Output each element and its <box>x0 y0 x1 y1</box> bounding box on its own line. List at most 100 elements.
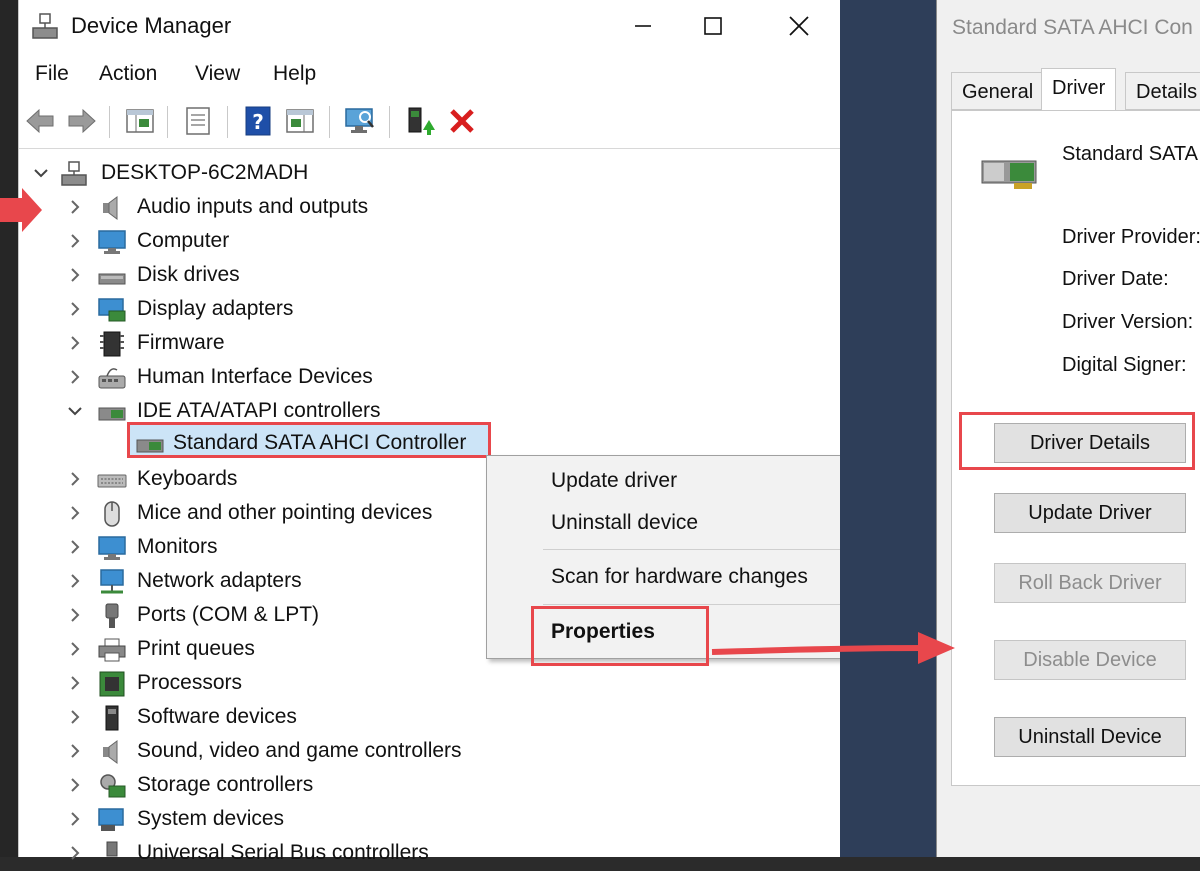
chevron-right-icon[interactable] <box>65 299 85 319</box>
properties-sheet-icon[interactable] <box>181 104 215 138</box>
show-hide-tree-icon[interactable] <box>123 104 157 138</box>
chevron-right-icon[interactable] <box>65 809 85 829</box>
tree-item-computer[interactable]: Computer <box>19 225 841 259</box>
context-scan-hardware[interactable]: Scan for hardware changes <box>551 565 808 589</box>
chevron-right-icon[interactable] <box>65 333 85 353</box>
tree-item-label: Print queues <box>137 637 255 660</box>
chevron-right-icon[interactable] <box>65 843 85 863</box>
chevron-right-icon[interactable] <box>65 537 85 557</box>
menu-help[interactable]: Help <box>273 62 316 86</box>
tree-item-label: Sound, video and game controllers <box>137 739 462 762</box>
digital-signer-label: Digital Signer: <box>1062 354 1187 376</box>
chevron-right-icon[interactable] <box>65 469 85 489</box>
maximize-button[interactable] <box>693 10 733 42</box>
tree-item-display-adapters[interactable]: Display adapters <box>19 293 841 327</box>
tree-item-storage-controllers[interactable]: Storage controllers <box>19 769 841 803</box>
tree-item-firmware[interactable]: Firmware <box>19 327 841 361</box>
tree-item-label: System devices <box>137 807 285 830</box>
software-device-icon <box>105 705 119 731</box>
chevron-right-icon[interactable] <box>65 571 85 591</box>
minimize-button[interactable] <box>623 10 663 42</box>
tree-item-system-devices[interactable]: System devices <box>19 803 841 837</box>
context-uninstall-device[interactable]: Uninstall device <box>551 511 698 535</box>
tree-item-label: Display adapters <box>137 297 294 320</box>
tree-item-label: Computer <box>137 229 230 252</box>
title-bar[interactable]: Device Manager <box>19 0 841 54</box>
device-manager-icon <box>32 13 58 39</box>
desktop-background <box>840 0 936 857</box>
back-arrow-icon[interactable] <box>23 104 57 138</box>
tree-root-computer[interactable]: DESKTOP-6C2MADH <box>19 157 841 191</box>
tree-item-label: Processors <box>137 671 243 694</box>
display-adapter-icon <box>98 298 126 322</box>
chevron-down-icon[interactable] <box>65 401 85 421</box>
close-button[interactable] <box>779 10 819 42</box>
disable-device-button[interactable]: Disable Device <box>994 640 1186 680</box>
controller-card-icon <box>981 160 1037 189</box>
menu-view[interactable]: View <box>195 62 240 86</box>
update-driver-button[interactable]: Update Driver <box>994 493 1186 533</box>
tree-item-label: Software devices <box>137 705 297 728</box>
scan-hardware-icon[interactable] <box>343 104 377 138</box>
help-icon[interactable]: ? <box>241 104 275 138</box>
tab-driver[interactable]: Driver <box>1041 68 1117 112</box>
tree-item-software-devices[interactable]: Software devices <box>19 701 841 735</box>
tree-item-label: Disk drives <box>137 263 240 286</box>
chevron-down-icon[interactable] <box>31 163 51 183</box>
tree-item-hid[interactable]: Human Interface Devices <box>19 361 841 395</box>
processor-icon <box>99 671 125 697</box>
roll-back-driver-button[interactable]: Roll Back Driver <box>994 563 1186 603</box>
system-icon <box>98 808 124 831</box>
close-icon <box>789 16 809 36</box>
toolbar-separator <box>109 106 110 138</box>
menu-bar: File Action View Help <box>19 58 841 94</box>
monitor-icon <box>98 230 126 254</box>
chevron-right-icon[interactable] <box>65 367 85 387</box>
chevron-right-icon[interactable] <box>65 231 85 251</box>
chevron-right-icon[interactable] <box>65 707 85 727</box>
toolbar-separator <box>389 106 390 138</box>
disk-drive-icon <box>98 273 126 285</box>
chevron-right-icon[interactable] <box>65 503 85 523</box>
driver-details-highlight-box <box>959 412 1195 470</box>
uninstall-x-icon[interactable] <box>445 104 479 138</box>
device-manager-window: Device Manager File Action View Help ? D… <box>18 0 924 864</box>
tree-item-disk-drives[interactable]: Disk drives <box>19 259 841 293</box>
tree-item-audio[interactable]: Audio inputs and outputs <box>19 191 841 225</box>
controller-icon <box>98 407 126 421</box>
chevron-right-icon[interactable] <box>65 197 85 217</box>
action-pane-icon[interactable] <box>283 104 317 138</box>
tree-item-label: Audio inputs and outputs <box>137 195 369 218</box>
tree-item-label: Mice and other pointing devices <box>137 501 433 524</box>
tab-details[interactable]: Details <box>1125 72 1200 110</box>
printer-icon <box>98 638 126 662</box>
tree-item-processors[interactable]: Processors <box>19 667 841 701</box>
properties-dialog: Standard SATA AHCI Con General Driver De… <box>936 0 1200 857</box>
toolbar-separator <box>329 106 330 138</box>
tree-item-label: Monitors <box>137 535 218 558</box>
tree-item-usb-controllers[interactable]: Universal Serial Bus controllers <box>19 837 841 871</box>
driver-date-label: Driver Date: <box>1062 268 1169 290</box>
monitor-icon <box>98 536 126 560</box>
toolbar: ? <box>19 98 841 149</box>
tree-item-sound-video-game[interactable]: Sound, video and game controllers <box>19 735 841 769</box>
toolbar-separator <box>167 106 168 138</box>
chevron-right-icon[interactable] <box>65 741 85 761</box>
chevron-right-icon[interactable] <box>65 775 85 795</box>
chevron-right-icon[interactable] <box>65 265 85 285</box>
properties-highlight-box <box>531 606 709 666</box>
update-driver-icon[interactable] <box>403 104 437 138</box>
forward-arrow-icon[interactable] <box>65 104 99 138</box>
context-update-driver[interactable]: Update driver <box>551 469 677 493</box>
chevron-right-icon[interactable] <box>65 673 85 693</box>
menu-action[interactable]: Action <box>99 62 157 86</box>
tab-general[interactable]: General <box>951 72 1045 110</box>
menu-file[interactable]: File <box>35 62 69 86</box>
chevron-right-icon[interactable] <box>65 639 85 659</box>
tree-item-label: IDE ATA/ATAPI controllers <box>137 399 381 422</box>
storage-icon <box>100 774 126 798</box>
uninstall-device-button[interactable]: Uninstall Device <box>994 717 1186 757</box>
tree-item-label: Human Interface Devices <box>137 365 373 388</box>
chevron-right-icon[interactable] <box>65 605 85 625</box>
toolbar-separator <box>227 106 228 138</box>
